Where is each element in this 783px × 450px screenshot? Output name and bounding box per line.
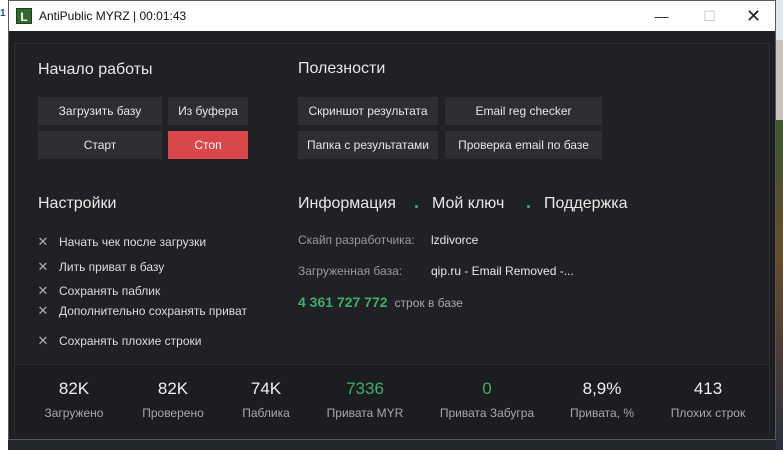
stat-loaded: 82K Загружено xyxy=(19,379,129,420)
desktop-left-edge: 1 xyxy=(0,0,8,450)
checkbox-x-icon[interactable]: ✕ xyxy=(37,303,49,319)
option-start-check[interactable]: ✕ Начать чек после загрузки xyxy=(37,233,207,251)
stat-label: Плохих строк xyxy=(670,406,746,420)
email-reg-checker-button[interactable]: Email reg checker xyxy=(445,97,602,125)
stat-label: Привата Забугра xyxy=(439,406,535,420)
tab-separator-dot xyxy=(415,205,418,208)
stat-label: Привата, % xyxy=(569,406,635,420)
stop-button[interactable]: Стоп xyxy=(168,131,248,159)
option-label: Сохранять паблик xyxy=(59,284,161,298)
stats-bar: 82K Загружено 82K Проверено 74K Паблика … xyxy=(15,364,769,435)
checkbox-x-icon[interactable]: ✕ xyxy=(37,333,49,349)
checkbox-x-icon[interactable]: ✕ xyxy=(37,283,49,299)
option-label: Сохранять плохие строки xyxy=(59,334,202,348)
stat-private-abroad: 0 Привата Забугра xyxy=(432,379,542,420)
rows-info: 4 361 727 772 строк в базе xyxy=(298,294,463,310)
option-save-private[interactable]: ✕ Дополнительно сохранять приват xyxy=(37,302,247,320)
option-label: Дополнительно сохранять приват xyxy=(59,304,247,318)
loaded-base-value: qip.ru - Email Removed -... xyxy=(431,264,574,278)
start-button[interactable]: Старт xyxy=(38,131,162,159)
skype-value: lzdivorce xyxy=(431,233,479,247)
option-label: Лить приват в базу xyxy=(59,260,165,274)
stat-value: 8,9% xyxy=(582,379,622,398)
desktop-right-edge xyxy=(776,0,783,450)
stat-label: Загружено xyxy=(44,406,104,420)
stat-value: 413 xyxy=(693,379,723,398)
loaded-base-label: Загруженная база: xyxy=(298,264,403,278)
stat-label: Привата MYR xyxy=(326,406,404,420)
skype-label: Скайп разработчика: xyxy=(298,233,415,247)
rows-count: 4 361 727 772 xyxy=(298,294,388,310)
desktop-bottom-edge xyxy=(8,440,776,450)
minimize-button[interactable]: — xyxy=(639,1,684,31)
checkbox-x-icon[interactable]: ✕ xyxy=(37,234,49,250)
stat-bad-lines: 413 Плохих строк xyxy=(653,379,763,420)
tools-heading: Полезности xyxy=(298,60,386,77)
stat-value: 0 xyxy=(482,379,492,398)
tab-info[interactable]: Информация xyxy=(298,195,396,213)
main-panel: Начало работы Загрузить базу Из буфера С… xyxy=(14,43,770,435)
start-heading: Начало работы xyxy=(38,61,153,78)
option-label: Начать чек после загрузки xyxy=(59,235,207,249)
rows-label: строк в базе xyxy=(394,296,463,310)
app-window: L AntiPublic MYRZ | 00:01:43 — ☐ ✕ Начал… xyxy=(8,0,776,440)
settings-heading: Настройки xyxy=(38,195,117,212)
window-title: AntiPublic MYRZ | 00:01:43 xyxy=(39,9,187,23)
results-folder-button[interactable]: Папка с результатами xyxy=(298,131,438,159)
option-private-to-base[interactable]: ✕ Лить приват в базу xyxy=(37,258,165,276)
close-button[interactable]: ✕ xyxy=(731,1,776,31)
screenshot-button[interactable]: Скриншот результата xyxy=(298,97,438,125)
stat-value: 7336 xyxy=(346,379,384,398)
check-email-button[interactable]: Проверка email по базе xyxy=(445,131,602,159)
stat-value: 82K xyxy=(58,379,90,398)
desktop-number: 1 xyxy=(0,8,6,19)
title-bar[interactable]: L AntiPublic MYRZ | 00:01:43 — ☐ ✕ xyxy=(9,1,775,31)
stat-private-percent: 8,9% Привата, % xyxy=(547,379,657,420)
app-logo-icon: L xyxy=(16,8,32,24)
stat-value: 74K xyxy=(250,379,282,398)
tab-separator-dot xyxy=(527,205,530,208)
tab-my-key[interactable]: Мой ключ xyxy=(432,195,504,213)
stat-label: Паблика xyxy=(242,406,290,420)
load-base-button[interactable]: Загрузить базу xyxy=(38,97,162,125)
maximize-button[interactable]: ☐ xyxy=(687,1,732,31)
checkbox-x-icon[interactable]: ✕ xyxy=(37,259,49,275)
stat-public: 74K Паблика xyxy=(211,379,321,420)
option-save-bad-lines[interactable]: ✕ Сохранять плохие строки xyxy=(37,332,202,350)
stat-private-myr: 7336 Привата MYR xyxy=(310,379,420,420)
tab-support[interactable]: Поддержка xyxy=(544,195,627,213)
option-save-public[interactable]: ✕ Сохранять паблик xyxy=(37,282,161,300)
from-clipboard-button[interactable]: Из буфера xyxy=(168,97,248,125)
